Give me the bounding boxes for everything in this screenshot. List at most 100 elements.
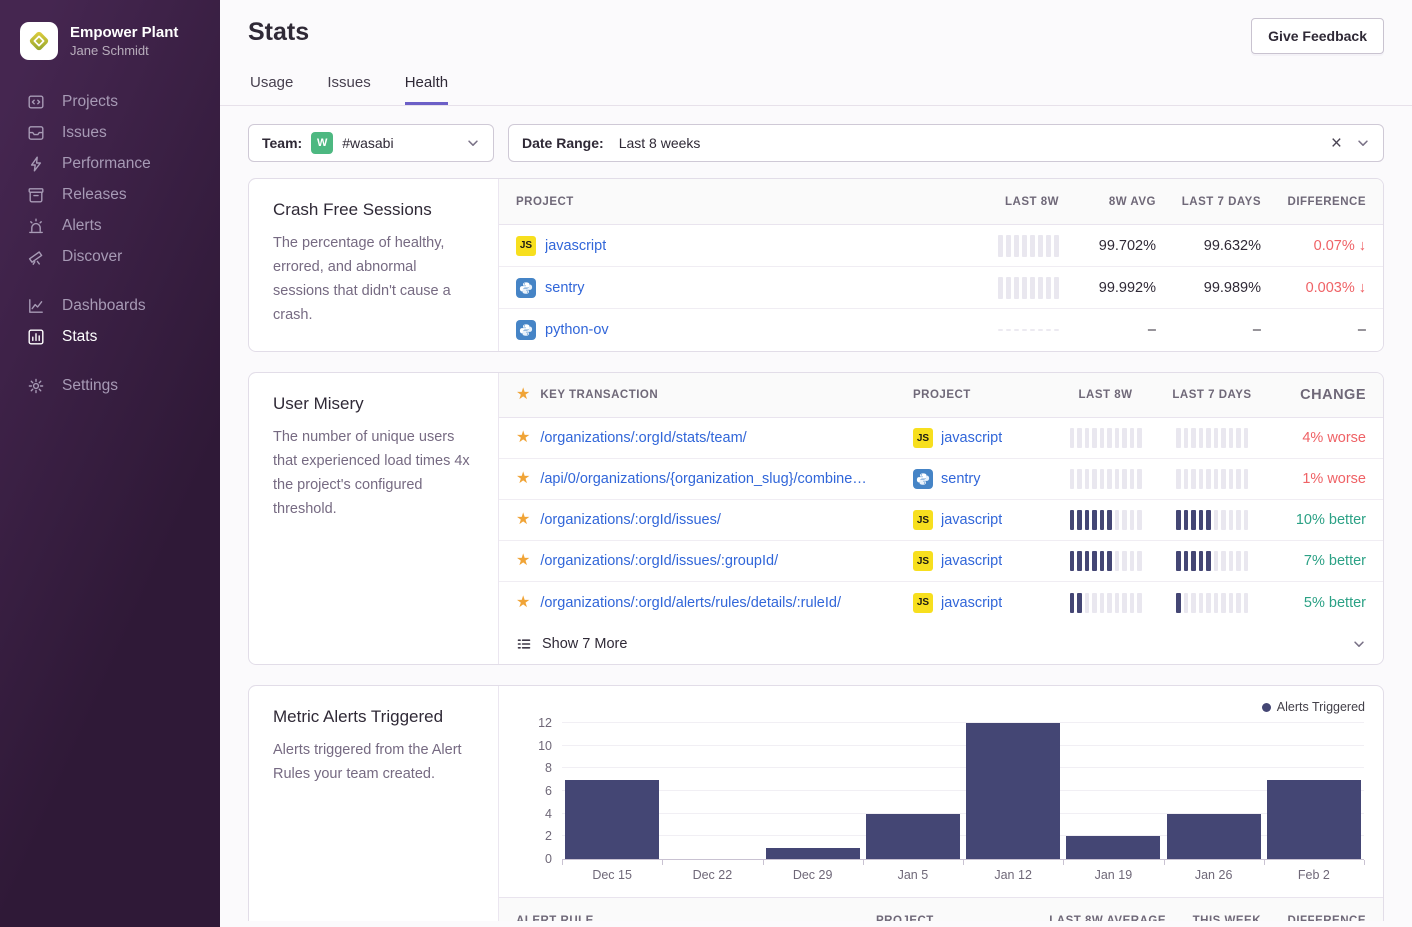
panel-title: Crash Free Sessions	[273, 200, 474, 220]
bar-slot	[1063, 724, 1163, 859]
transaction-cell: ★ /organizations/:orgId/issues/	[516, 512, 913, 528]
panel-text: The number of unique users that experien…	[273, 425, 474, 521]
show-more-label: Show 7 More	[542, 636, 627, 652]
misery-table-header: ★ Key Transaction Project Last 8w Last 7…	[499, 373, 1383, 418]
sparkline	[1070, 428, 1142, 448]
chart-legend[interactable]: Alerts Triggered	[1262, 700, 1365, 714]
project-cell: JSjavascript	[913, 593, 1053, 613]
project-link[interactable]: javascript	[941, 430, 1002, 446]
bar-dec-29	[766, 848, 860, 859]
bar-slot	[1264, 724, 1364, 859]
column-header-project: Project	[516, 196, 949, 208]
sidebar-item-label: Issues	[62, 124, 107, 142]
panel-text: Alerts triggered from the Alert Rules yo…	[273, 738, 474, 786]
user-misery-table: ★ Key Transaction Project Last 8w Last 7…	[499, 373, 1383, 664]
key-transaction-star-icon[interactable]: ★	[516, 471, 530, 487]
team-avatar: W	[311, 132, 333, 154]
project-link[interactable]: javascript	[941, 595, 1002, 611]
change-value: 7% better	[1266, 553, 1366, 569]
project-link[interactable]: javascript	[545, 238, 606, 254]
sparkline	[1176, 428, 1248, 448]
team-select-label: Team:	[262, 135, 302, 151]
crash-table-header: Project Last 8w 8w Avg Last 7 Days Diffe…	[499, 179, 1383, 225]
sidebar-item-issues[interactable]: Issues	[0, 117, 220, 148]
projects-icon	[27, 93, 45, 111]
list-icon	[516, 636, 532, 652]
8w-avg-value: 99.992%	[1059, 280, 1156, 296]
sidebar-item-projects[interactable]: Projects	[0, 86, 220, 117]
show-more-row[interactable]: Show 7 More	[499, 623, 1383, 664]
project-link[interactable]: javascript	[941, 512, 1002, 528]
sidebar-item-alerts[interactable]: Alerts	[0, 210, 220, 241]
key-transaction-star-icon[interactable]: ★	[516, 430, 530, 446]
key-transaction-star-icon[interactable]: ★	[516, 512, 530, 528]
sidebar-item-discover[interactable]: Discover	[0, 241, 220, 272]
page-title: Stats	[248, 18, 309, 47]
releases-icon	[27, 186, 45, 204]
sidebar-item-dashboards[interactable]: Dashboards	[0, 290, 220, 321]
last-8w-sparkline-cell	[1053, 593, 1158, 613]
alerts-icon	[27, 217, 45, 235]
sparkline	[1070, 469, 1142, 489]
column-header-key-transaction: Key Transaction	[540, 389, 658, 401]
discover-icon	[27, 248, 45, 266]
key-transaction-star-icon[interactable]: ★	[516, 553, 530, 569]
project-link[interactable]: python-ov	[545, 322, 609, 338]
x-axis-label: Dec 22	[662, 868, 762, 888]
empower-plant-logo-icon	[27, 29, 51, 53]
x-axis-ticks	[562, 860, 1364, 865]
last-7-days-value: –	[1156, 322, 1261, 338]
crash-table-row: JSjavascript99.702%99.632%0.07%↓	[499, 225, 1383, 267]
bar-jan-19	[1066, 836, 1160, 859]
dashboards-icon	[27, 297, 45, 315]
transaction-link[interactable]: /api/0/organizations/{organization_slug}…	[540, 471, 866, 487]
gridline	[562, 722, 1364, 723]
project-link[interactable]: javascript	[941, 553, 1002, 569]
transaction-link[interactable]: /organizations/:orgId/stats/team/	[540, 430, 746, 446]
tab-issues[interactable]: Issues	[327, 74, 370, 105]
bar-slot	[662, 724, 762, 859]
project-link[interactable]: sentry	[941, 471, 981, 487]
team-select-value: #wasabi	[342, 135, 393, 151]
transaction-link[interactable]: /organizations/:orgId/issues/:groupId/	[540, 553, 778, 569]
project-cell: python-ov	[516, 320, 949, 340]
sidebar-nav-main: Projects Issues PerformanceReleasesAlertsD…	[0, 86, 220, 272]
tab-usage[interactable]: Usage	[250, 74, 293, 105]
transaction-cell: ★ /organizations/:orgId/alerts/rules/deta…	[516, 595, 913, 611]
difference-value: 0.07%↓	[1261, 238, 1366, 254]
chevron-down-icon[interactable]	[1352, 637, 1366, 651]
column-header-project: Project	[876, 915, 1026, 922]
project-link[interactable]: sentry	[545, 280, 585, 296]
clear-date-icon[interactable]: ×	[1331, 134, 1342, 153]
sidebar-item-performance[interactable]: Performance	[0, 148, 220, 179]
team-select[interactable]: Team: W #wasabi	[248, 124, 494, 162]
date-range-select[interactable]: Date Range: Last 8 weeks ×	[508, 124, 1384, 162]
tab-health[interactable]: Health	[405, 74, 448, 105]
crash-table-row: sentry99.992%99.989%0.003%↓	[499, 267, 1383, 309]
give-feedback-button[interactable]: Give Feedback	[1251, 18, 1384, 54]
change-value: 5% better	[1266, 595, 1366, 611]
last-8w-sparkline-cell	[1053, 510, 1158, 530]
transaction-link[interactable]: /organizations/:orgId/alerts/rules/detai…	[540, 595, 841, 611]
org-switcher[interactable]: Empower Plant Jane Schmidt	[0, 22, 220, 60]
bar-slot	[1164, 724, 1264, 859]
legend-label: Alerts Triggered	[1277, 700, 1365, 714]
bar-feb-2	[1267, 780, 1361, 859]
change-value: 1% worse	[1266, 471, 1366, 487]
misery-table-row: ★ /api/0/organizations/{organization_slug…	[499, 459, 1383, 500]
sidebar-item-settings[interactable]: Settings	[0, 370, 220, 401]
date-range-label: Date Range:	[522, 135, 604, 151]
metric-alerts-chart-area: Alerts Triggered 024681012 Dec 15Dec 22D…	[499, 686, 1383, 921]
y-axis-label: 10	[522, 739, 552, 753]
transaction-link[interactable]: /organizations/:orgId/issues/	[540, 512, 721, 528]
sidebar-item-stats[interactable]: Stats	[0, 321, 220, 352]
misery-table-body: ★ /organizations/:orgId/stats/team/JSjava…	[499, 418, 1383, 623]
chevron-down-icon[interactable]	[1356, 136, 1370, 150]
bars-container	[562, 724, 1364, 859]
sidebar-item-releases[interactable]: Releases	[0, 179, 220, 210]
arrow-down-icon: ↓	[1359, 238, 1366, 254]
key-transaction-star-icon[interactable]: ★	[516, 595, 530, 611]
y-axis-label: 2	[522, 829, 552, 843]
column-header-last-8w-average: Last 8w Average	[1026, 915, 1166, 922]
alerts-table-header: Alert Rule Project Last 8w Average This …	[499, 897, 1383, 921]
